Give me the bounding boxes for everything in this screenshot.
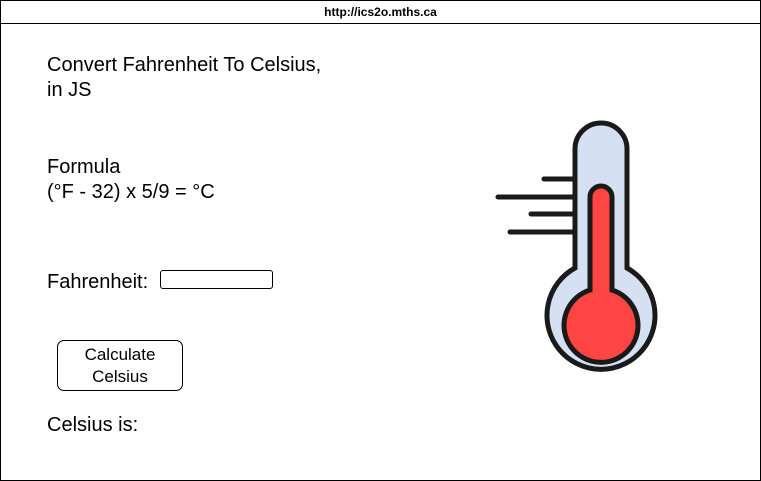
page-title: Convert Fahrenheit To Celsius, in JS [47, 53, 377, 103]
formula-block: Formula (°F - 32) x 5/9 = °C [47, 155, 215, 205]
celsius-result-label: Celsius is: [47, 414, 139, 436]
fahrenheit-input[interactable] [160, 270, 273, 289]
calculate-button-line-1: Calculate [84, 344, 156, 364]
heat-lines [495, 176, 578, 235]
fahrenheit-label: Fahrenheit: [47, 271, 149, 293]
thermometer-icon [495, 120, 658, 372]
formula-label: Formula [47, 156, 121, 178]
title-line-2: in JS [47, 79, 92, 101]
calculate-button-line-2: Celsius [92, 366, 148, 386]
page-frame: http://ics2o.mths.ca Convert Fahrenheit … [0, 0, 761, 481]
url-bar: http://ics2o.mths.ca [1, 1, 760, 24]
formula-expression: (°F - 32) x 5/9 = °C [47, 181, 215, 203]
title-line-1: Convert Fahrenheit To Celsius, [47, 54, 322, 76]
calculate-celsius-button[interactable]: Calculate Celsius [57, 340, 183, 391]
